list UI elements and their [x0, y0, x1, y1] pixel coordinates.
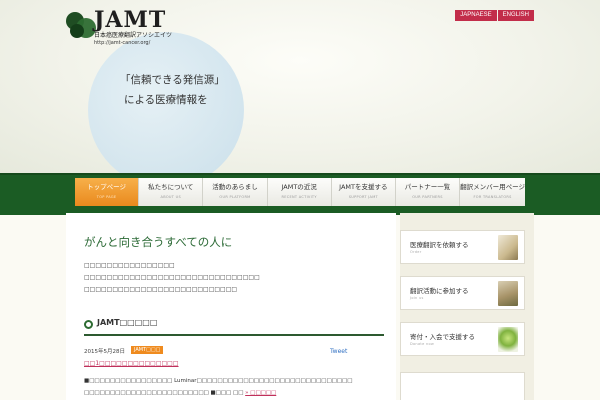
nav-item-about[interactable]: 私たちについて ABOUT US [139, 178, 204, 206]
catch-line-1: 「信頼できる発信源」 [120, 74, 225, 86]
intro-line-1: □□□□□□□□□□□□□□□□ [84, 262, 175, 269]
nav-item-label: JAMTの近況 [281, 183, 317, 191]
circle-bullet-icon [84, 320, 93, 329]
nav-item-activity[interactable]: JAMTの近況 RECENT ACTIVITY [267, 178, 332, 206]
nav-item-top[interactable]: トップページ TOP PAGE [75, 178, 140, 206]
lang-japanese-button[interactable]: JAPNAESE [455, 10, 497, 21]
nav-item-label: 翻訳メンバー用ページ [460, 183, 525, 191]
nav-item-sublabel: OUR PLATFORM [219, 195, 251, 199]
nav-item-label: 私たちについて [148, 183, 194, 191]
donate-button[interactable]: 寄付・入会で支援する Donate now [400, 322, 525, 356]
side-button-sublabel: Order [410, 250, 422, 254]
nav-item-sublabel: ABOUT US [160, 195, 182, 199]
news-title-link[interactable]: □□1□□□□□□□□□□□□□□ [84, 360, 179, 367]
nav-item-sublabel: TOP PAGE [96, 195, 117, 199]
news-body: ■□□□□□□□□□□□□□□□□ Luminar□□□□□□□□□□□□□□□… [84, 375, 394, 399]
nav-item-label: 活動のあらまし [212, 183, 258, 191]
sprout-photo-icon [498, 327, 518, 352]
nav-item-label: JAMTを支援する [339, 183, 388, 191]
news-body-line-2-text: □□□□□□□□□□□□□□□□□□□□□□□□ ■□□□ □□ [84, 390, 244, 396]
news-section-title: JAMT□□□□□ [97, 318, 158, 327]
nav-item-sublabel: FOR TRANSLATORS [473, 195, 512, 199]
hero-header: JAMT 日本癌医療翻訳アソシエイツ http://jamt-cancer.or… [0, 0, 600, 173]
nav-item-sublabel: OUR PARTNERS [412, 195, 443, 199]
logo-subtitle: 日本癌医療翻訳アソシエイツ [94, 32, 173, 39]
pen-photo-icon [498, 235, 518, 260]
nav-item-platform[interactable]: 活動のあらまし OUR PLATFORM [203, 178, 268, 206]
lang-english-button[interactable]: ENGLISH [497, 10, 534, 21]
news-date: 2015年5月28日 [84, 349, 125, 355]
tweet-button[interactable]: Tweet [330, 348, 347, 355]
read-more-link[interactable]: » □□□□□ [245, 390, 276, 396]
site-logo[interactable]: JAMT 日本癌医療翻訳アソシエイツ http://jamt-cancer.or… [66, 8, 176, 48]
side-button-title: 寄付・入会で支援する [410, 333, 475, 341]
news-body-line-1: ■□□□□□□□□□□□□□□□□ Luminar□□□□□□□□□□□□□□□… [84, 378, 353, 384]
intro-line-3: □□□□□□□□□□□□□□□□□□□□□□□□□□□ [84, 286, 238, 293]
nav-item-translators[interactable]: 翻訳メンバー用ページ FOR TRANSLATORS [460, 178, 525, 206]
catch-copy: 「信頼できる発信源」 による医療情報を [120, 70, 230, 110]
nav-item-support[interactable]: JAMTを支援する SUPPORT JAMT [331, 178, 396, 206]
logo-text: JAMT [94, 7, 167, 33]
nav-item-label: トップページ [87, 183, 127, 191]
logo-circles-icon [66, 10, 96, 40]
order-translation-button[interactable]: 医療翻訳を依頼する Order [400, 230, 525, 264]
news-category-badge[interactable]: JAMT□□□ [131, 346, 164, 354]
side-button-sublabel: Join us [410, 296, 424, 300]
sidebar-widget [400, 372, 525, 400]
page-title: がんと向き合うすべての人に [84, 235, 233, 249]
intro-text: □□□□□□□□□□□□□□□□ □□□□□□□□□□□□□□□□□□□□□□□… [84, 260, 260, 296]
logo-url: http://jamt-cancer.org/ [94, 40, 151, 46]
book-photo-icon [498, 281, 518, 306]
intro-line-2: □□□□□□□□□□□□□□□□□□□□□□□□□□□□□□□ [84, 274, 260, 281]
side-button-title: 翻訳活動に参加する [410, 287, 469, 295]
catch-line-2: による医療情報を [124, 94, 208, 106]
join-us-button[interactable]: 翻訳活動に参加する Join us [400, 276, 525, 310]
nav-item-sublabel: SUPPORT JAMT [348, 195, 378, 199]
nav-item-sublabel: RECENT ACTIVITY [281, 195, 317, 199]
global-nav: トップページ TOP PAGE 私たちについて ABOUT US 活動のあらまし… [75, 178, 525, 206]
side-button-title: 医療翻訳を依頼する [410, 241, 469, 249]
nav-item-partners[interactable]: パートナー一覧 OUR PARTNERS [395, 178, 461, 206]
news-body-line-2: □□□□□□□□□□□□□□□□□□□□□□□□ ■□□□ □□ » □□□□□ [84, 387, 394, 399]
language-switcher: JAPNAESE ENGLISH [455, 10, 534, 21]
news-section-heading: JAMT□□□□□ [84, 318, 384, 336]
side-button-sublabel: Donate now [410, 342, 435, 346]
nav-item-label: パートナー一覧 [404, 183, 451, 191]
